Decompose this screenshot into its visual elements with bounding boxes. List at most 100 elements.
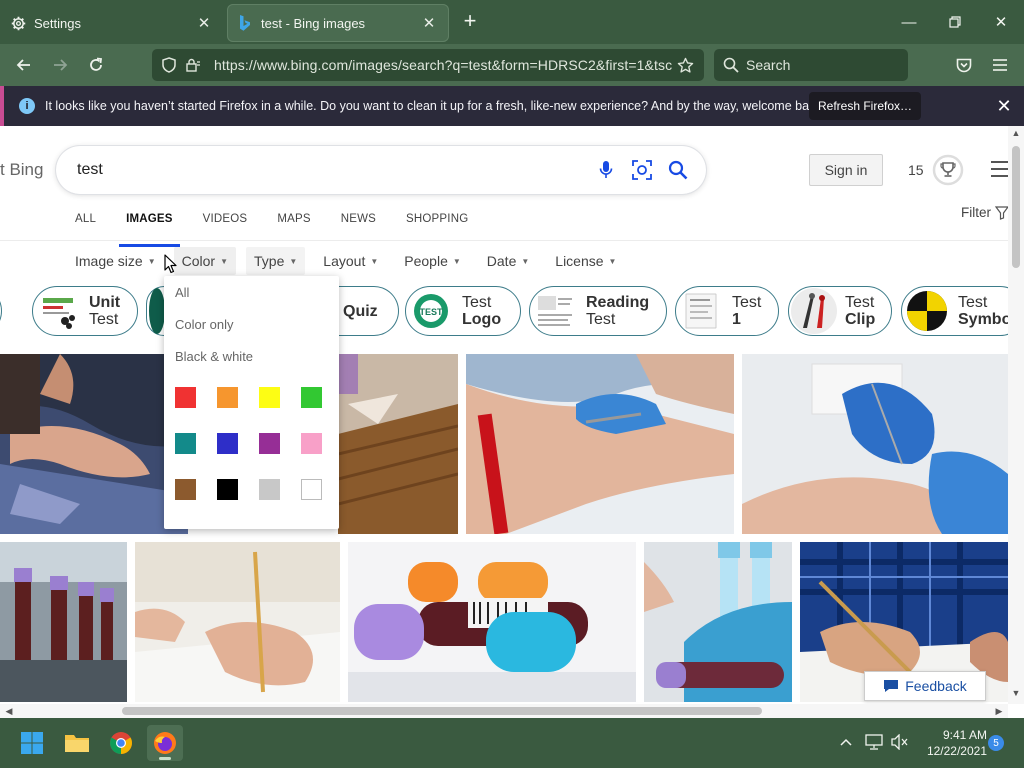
color-swatch[interactable] bbox=[217, 433, 238, 454]
tab-all[interactable]: ALL bbox=[60, 208, 111, 240]
system-clock[interactable]: 9:41 AM 12/22/2021 bbox=[917, 727, 987, 759]
visual-search-icon[interactable] bbox=[628, 156, 656, 184]
sign-in-button[interactable]: Sign in bbox=[809, 154, 883, 186]
filter-layout[interactable]: Layout ▼ bbox=[315, 247, 386, 275]
restore-button[interactable] bbox=[940, 8, 970, 36]
tab-maps[interactable]: MAPS bbox=[262, 208, 325, 240]
tab-shopping[interactable]: SHOPPING bbox=[391, 208, 483, 240]
related-chip[interactable]: Test Clip bbox=[788, 286, 892, 336]
feedback-button[interactable]: Feedback bbox=[864, 671, 986, 701]
color-swatch[interactable] bbox=[217, 387, 238, 408]
vertical-scrollbar[interactable]: ▲ ▼ bbox=[1008, 126, 1024, 704]
related-chip[interactable]: Quiz bbox=[331, 286, 399, 336]
color-swatch[interactable] bbox=[259, 479, 280, 500]
close-window-button[interactable]: ✕ bbox=[986, 8, 1016, 36]
related-chip[interactable]: t bbox=[0, 286, 2, 336]
related-chip[interactable]: Test Symbo bbox=[901, 286, 1024, 336]
color-swatch[interactable] bbox=[175, 387, 196, 408]
back-button[interactable] bbox=[10, 52, 38, 78]
related-chip[interactable] bbox=[146, 286, 165, 336]
image-result[interactable] bbox=[742, 354, 1008, 534]
color-swatch[interactable] bbox=[175, 433, 196, 454]
image-result[interactable] bbox=[0, 354, 188, 534]
filter-label: People bbox=[404, 253, 448, 269]
scroll-left-icon[interactable]: ◀ bbox=[2, 704, 16, 718]
scrollbar-thumb[interactable] bbox=[1012, 146, 1020, 268]
chrome-button[interactable] bbox=[103, 725, 139, 761]
chip-label: Test 1 bbox=[732, 294, 762, 328]
search-icon[interactable] bbox=[664, 156, 692, 184]
color-swatch[interactable] bbox=[217, 479, 238, 500]
close-tab-icon[interactable]: ✕ bbox=[419, 13, 439, 33]
filter-image-size[interactable]: Image size ▼ bbox=[67, 247, 164, 275]
scroll-down-icon[interactable]: ▼ bbox=[1008, 688, 1024, 702]
color-swatch[interactable] bbox=[259, 387, 280, 408]
related-chip[interactable]: Unit Test bbox=[32, 286, 138, 336]
color-filter-dropdown: All Color only Black & white bbox=[164, 276, 339, 529]
scroll-right-icon[interactable]: ▶ bbox=[992, 704, 1006, 718]
scroll-up-icon[interactable]: ▲ bbox=[1008, 128, 1024, 142]
color-swatch[interactable] bbox=[175, 479, 196, 500]
filter-type[interactable]: Type ▼ bbox=[246, 247, 306, 275]
minimize-button[interactable]: — bbox=[894, 8, 924, 36]
image-result[interactable] bbox=[348, 542, 636, 702]
notification-count-badge[interactable]: 5 bbox=[988, 735, 1004, 751]
related-chip[interactable]: Reading Test bbox=[529, 286, 667, 336]
show-hidden-icons-icon[interactable] bbox=[838, 732, 854, 752]
image-result[interactable] bbox=[0, 542, 127, 702]
browser-search-bar[interactable]: Search bbox=[714, 49, 908, 81]
color-swatch[interactable] bbox=[301, 387, 322, 408]
rewards-trophy-icon[interactable] bbox=[932, 154, 964, 186]
reload-button[interactable] bbox=[82, 52, 110, 78]
color-swatch[interactable] bbox=[301, 479, 322, 500]
horizontal-scrollbar[interactable]: ◀ ▶ bbox=[0, 704, 1008, 718]
filter-color[interactable]: Color ▼ bbox=[173, 247, 237, 275]
tab-videos[interactable]: VIDEOS bbox=[188, 208, 263, 240]
image-result[interactable] bbox=[466, 354, 734, 534]
bing-menu-icon[interactable] bbox=[988, 160, 1010, 178]
lock-icon[interactable] bbox=[182, 54, 204, 76]
color-option-color-only[interactable]: Color only bbox=[175, 317, 234, 332]
pocket-button[interactable] bbox=[950, 52, 978, 78]
filter-license[interactable]: License ▼ bbox=[547, 247, 624, 275]
search-input[interactable]: test bbox=[77, 161, 592, 179]
forward-button[interactable] bbox=[46, 52, 74, 78]
new-tab-button[interactable]: + bbox=[458, 10, 482, 34]
chip-thumbnail: TEST bbox=[408, 288, 454, 334]
tab-bing-images[interactable]: test - Bing images ✕ bbox=[227, 4, 449, 42]
image-hands-photo bbox=[0, 354, 188, 534]
search-placeholder: Search bbox=[746, 57, 791, 73]
rewards-count[interactable]: 15 bbox=[908, 162, 924, 178]
bing-logo[interactable]: t Bing bbox=[0, 160, 43, 180]
image-result[interactable] bbox=[644, 542, 792, 702]
bing-search-box[interactable]: test bbox=[56, 146, 706, 194]
refresh-firefox-button[interactable]: Refresh Firefox… bbox=[809, 92, 921, 120]
start-button[interactable] bbox=[14, 725, 50, 761]
related-chip[interactable]: TEST Test Logo bbox=[405, 286, 521, 336]
filter-people[interactable]: People ▼ bbox=[396, 247, 469, 275]
close-tab-icon[interactable]: ✕ bbox=[194, 13, 214, 33]
scrollbar-thumb[interactable] bbox=[122, 707, 762, 715]
volume-muted-icon[interactable] bbox=[890, 732, 910, 752]
filter-date[interactable]: Date ▼ bbox=[479, 247, 538, 275]
file-explorer-button[interactable] bbox=[59, 725, 95, 761]
microphone-icon[interactable] bbox=[592, 156, 620, 184]
filter-button[interactable]: Filter bbox=[961, 205, 1009, 220]
network-icon[interactable] bbox=[864, 732, 884, 752]
bookmark-star-icon[interactable] bbox=[672, 54, 698, 76]
tab-settings[interactable]: Settings ✕ bbox=[0, 4, 224, 42]
color-option-all[interactable]: All bbox=[175, 285, 189, 300]
color-swatch[interactable] bbox=[301, 433, 322, 454]
related-chip[interactable]: Test 1 bbox=[675, 286, 779, 336]
shield-icon[interactable] bbox=[158, 54, 180, 76]
image-result[interactable] bbox=[338, 354, 458, 534]
tab-news[interactable]: NEWS bbox=[326, 208, 391, 240]
image-result[interactable] bbox=[135, 542, 340, 702]
color-swatch[interactable] bbox=[259, 433, 280, 454]
color-option-black-white[interactable]: Black & white bbox=[175, 349, 253, 364]
tab-images[interactable]: IMAGES bbox=[111, 208, 188, 247]
app-menu-button[interactable] bbox=[986, 52, 1014, 78]
firefox-button[interactable] bbox=[147, 725, 183, 761]
address-bar[interactable]: https://www.bing.com/images/search?q=tes… bbox=[152, 49, 704, 81]
close-notification-icon[interactable]: ✕ bbox=[992, 94, 1016, 118]
